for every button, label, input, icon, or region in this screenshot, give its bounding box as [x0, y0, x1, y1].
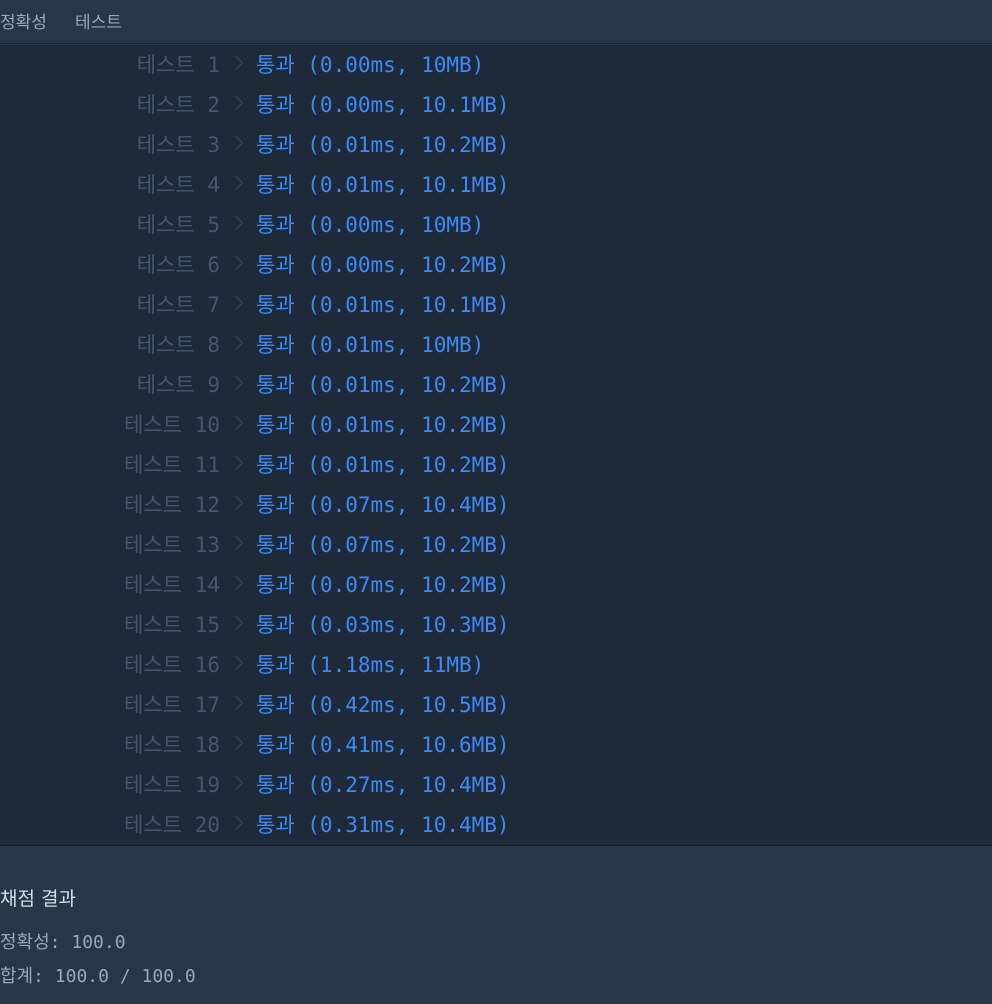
chevron-right-icon: [228, 295, 244, 311]
test-result-row: 테스트 10 통과 (0.01ms, 10.2MB): [0, 405, 992, 445]
test-results-list: 테스트 1 통과 (0.00ms, 10MB) 테스트 2 통과 (0.00ms, 1…: [0, 45, 992, 846]
test-label: 테스트 9: [136, 373, 220, 397]
test-label: 테스트 7: [136, 293, 220, 317]
test-result-text: 통과 (0.01ms, 10.2MB): [256, 413, 510, 437]
test-result-row: 테스트 17 통과 (0.42ms, 10.5MB): [0, 685, 992, 725]
test-result-row: 테스트 20 통과 (0.31ms, 10.4MB): [0, 805, 992, 845]
chevron-right-icon: [228, 655, 244, 671]
test-result-text: 통과 (0.41ms, 10.6MB): [256, 733, 510, 757]
test-result-text: 통과 (0.01ms, 10.2MB): [256, 133, 510, 157]
test-result-text: 통과 (0.07ms, 10.4MB): [256, 493, 510, 517]
test-result-text: 통과 (0.01ms, 10.1MB): [256, 293, 510, 317]
chevron-right-icon: [228, 815, 244, 831]
chevron-right-icon: [228, 455, 244, 471]
test-result-text: 통과 (0.42ms, 10.5MB): [256, 693, 510, 717]
test-label: 테스트 3: [136, 133, 220, 157]
chevron-right-icon: [228, 335, 244, 351]
test-label: 테스트 5: [136, 213, 220, 237]
test-result-text: 통과 (0.01ms, 10.2MB): [256, 453, 510, 477]
chevron-right-icon: [228, 575, 244, 591]
chevron-right-icon: [228, 255, 244, 271]
chevron-right-icon: [228, 775, 244, 791]
chevron-right-icon: [228, 135, 244, 151]
test-result-row: 테스트 5 통과 (0.00ms, 10MB): [0, 205, 992, 245]
test-label: 테스트 12: [124, 493, 220, 517]
test-label: 테스트 1: [136, 53, 220, 77]
test-result-row: 테스트 2 통과 (0.00ms, 10.1MB): [0, 85, 992, 125]
summary-title: 채점 결과: [0, 888, 76, 910]
tab-accuracy[interactable]: 정확성: [0, 12, 47, 34]
chevron-right-icon: [228, 615, 244, 631]
chevron-right-icon: [228, 175, 244, 191]
chevron-right-icon: [228, 735, 244, 751]
chevron-right-icon: [228, 535, 244, 551]
test-result-text: 통과 (0.07ms, 10.2MB): [256, 573, 510, 597]
test-result-text: 통과 (0.00ms, 10MB): [256, 213, 485, 237]
grading-summary: 채점 결과 정확성: 100.0 합계: 100.0 / 100.0: [0, 847, 992, 1004]
summary-total: 합계: 100.0 / 100.0: [0, 966, 196, 987]
tab-test[interactable]: 테스트: [75, 12, 122, 34]
test-result-row: 테스트 1 통과 (0.00ms, 10MB): [0, 45, 992, 85]
test-label: 테스트 6: [136, 253, 220, 277]
chevron-right-icon: [228, 495, 244, 511]
test-label: 테스트 18: [124, 733, 220, 757]
chevron-right-icon: [228, 55, 244, 71]
test-result-row: 테스트 9 통과 (0.01ms, 10.2MB): [0, 365, 992, 405]
test-result-row: 테스트 3 통과 (0.01ms, 10.2MB): [0, 125, 992, 165]
test-label: 테스트 2: [136, 93, 220, 117]
test-result-row: 테스트 7 통과 (0.01ms, 10.1MB): [0, 285, 992, 325]
test-result-text: 통과 (0.00ms, 10.1MB): [256, 93, 510, 117]
test-label: 테스트 16: [124, 653, 220, 677]
test-label: 테스트 19: [124, 773, 220, 797]
test-result-text: 통과 (0.01ms, 10MB): [256, 333, 485, 357]
test-result-text: 통과 (1.18ms, 11MB): [256, 653, 485, 677]
chevron-right-icon: [228, 415, 244, 431]
test-result-text: 통과 (0.27ms, 10.4MB): [256, 773, 510, 797]
test-result-row: 테스트 18 통과 (0.41ms, 10.6MB): [0, 725, 992, 765]
chevron-right-icon: [228, 375, 244, 391]
test-result-text: 통과 (0.00ms, 10.2MB): [256, 253, 510, 277]
chevron-right-icon: [228, 215, 244, 231]
test-result-text: 통과 (0.03ms, 10.3MB): [256, 613, 510, 637]
test-result-row: 테스트 13 통과 (0.07ms, 10.2MB): [0, 525, 992, 565]
tab-bar: 정확성 테스트: [0, 0, 992, 44]
summary-accuracy: 정확성: 100.0: [0, 932, 126, 953]
test-result-row: 테스트 14 통과 (0.07ms, 10.2MB): [0, 565, 992, 605]
test-label: 테스트 4: [136, 173, 220, 197]
test-result-row: 테스트 11 통과 (0.01ms, 10.2MB): [0, 445, 992, 485]
test-result-text: 통과 (0.00ms, 10MB): [256, 53, 485, 77]
test-result-row: 테스트 8 통과 (0.01ms, 10MB): [0, 325, 992, 365]
test-label: 테스트 13: [124, 533, 220, 557]
test-result-row: 테스트 15 통과 (0.03ms, 10.3MB): [0, 605, 992, 645]
test-result-row: 테스트 6 통과 (0.00ms, 10.2MB): [0, 245, 992, 285]
test-label: 테스트 11: [124, 453, 220, 477]
test-result-text: 통과 (0.01ms, 10.1MB): [256, 173, 510, 197]
chevron-right-icon: [228, 695, 244, 711]
test-result-row: 테스트 12 통과 (0.07ms, 10.4MB): [0, 485, 992, 525]
test-result-text: 통과 (0.01ms, 10.2MB): [256, 373, 510, 397]
test-label: 테스트 8: [136, 333, 220, 357]
test-label: 테스트 17: [124, 693, 220, 717]
chevron-right-icon: [228, 95, 244, 111]
test-result-row: 테스트 19 통과 (0.27ms, 10.4MB): [0, 765, 992, 805]
test-label: 테스트 15: [124, 613, 220, 637]
test-label: 테스트 10: [124, 413, 220, 437]
test-label: 테스트 14: [124, 573, 220, 597]
test-result-text: 통과 (0.07ms, 10.2MB): [256, 533, 510, 557]
test-result-row: 테스트 4 통과 (0.01ms, 10.1MB): [0, 165, 992, 205]
test-label: 테스트 20: [124, 813, 220, 837]
test-result-row: 테스트 16 통과 (1.18ms, 11MB): [0, 645, 992, 685]
test-result-text: 통과 (0.31ms, 10.4MB): [256, 813, 510, 837]
